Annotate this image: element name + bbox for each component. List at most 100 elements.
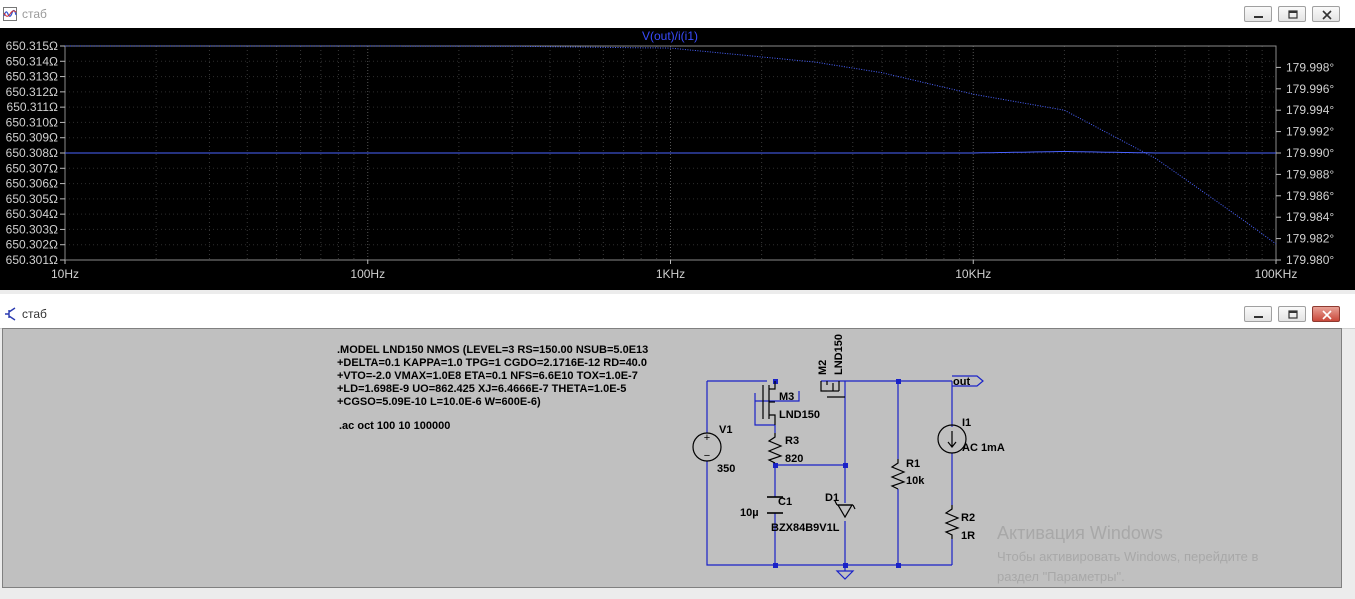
mosfet-m2[interactable] bbox=[820, 381, 845, 398]
r1-value[interactable]: 10k bbox=[906, 475, 925, 487]
schematic-window-titlebar[interactable]: стаб bbox=[0, 300, 1355, 329]
model-line-3[interactable]: +VTO=-2.0 VMAX=1.0E8 ETA=0.1 NFS=6.6E10 … bbox=[337, 370, 638, 382]
left-tick-label: 650.311Ω bbox=[7, 100, 58, 114]
right-tick-label: 179.990° bbox=[1286, 146, 1334, 160]
v1-name[interactable]: V1 bbox=[719, 424, 732, 436]
m2-name[interactable]: M2 bbox=[817, 360, 829, 375]
minimize-button[interactable] bbox=[1244, 6, 1272, 22]
x-tick-label: 100Hz bbox=[350, 267, 385, 281]
left-tick-label: 650.307Ω bbox=[6, 161, 58, 175]
close-icon bbox=[1322, 310, 1332, 320]
left-tick-label: 650.309Ω bbox=[6, 131, 58, 145]
plot-area[interactable]: 650.315Ω 650.314Ω 650.313Ω 650.312Ω 650.311Ω… bbox=[0, 28, 1355, 290]
x-tick-label: 100KHz bbox=[1255, 267, 1298, 281]
c1-name[interactable]: C1 bbox=[778, 496, 792, 508]
mosfet-m3[interactable] bbox=[762, 381, 776, 425]
right-tick-label: 179.982° bbox=[1286, 232, 1334, 246]
left-tick-label: 650.308Ω bbox=[6, 146, 58, 160]
right-tick-label: 179.994° bbox=[1286, 103, 1334, 117]
schematic-window: стаб .MODEL LND150 NMOS (LEVEL=3 RS=150.… bbox=[0, 300, 1355, 599]
d1-value[interactable]: BZX84B9V1L bbox=[771, 522, 840, 534]
left-tick-label: 650.304Ω bbox=[6, 207, 58, 221]
right-tick-label: 179.980° bbox=[1286, 253, 1334, 267]
plot-window-title: стаб bbox=[22, 7, 47, 21]
svg-text:+: + bbox=[704, 432, 710, 444]
model-line-2[interactable]: +DELTA=0.1 KAPPA=1.0 TPG=1 CGDO=2.1716E-… bbox=[337, 357, 647, 369]
left-axis-ticks: 650.315Ω650.314Ω 650.313Ω650.312Ω650.311Ω… bbox=[6, 39, 65, 267]
right-tick-label: 179.992° bbox=[1286, 125, 1334, 139]
close-button[interactable] bbox=[1312, 6, 1340, 22]
left-tick-label: 650.306Ω bbox=[6, 177, 58, 191]
m2-value[interactable]: LND150 bbox=[833, 334, 845, 375]
model-line-5[interactable]: +CGSO=5.09E-10 L=10.0E-6 W=600E-6) bbox=[337, 396, 541, 408]
junction-dot bbox=[773, 463, 778, 468]
model-line-1[interactable]: .MODEL LND150 NMOS (LEVEL=3 RS=150.00 NS… bbox=[337, 344, 648, 356]
voltage-source-v1[interactable]: + − bbox=[692, 432, 722, 462]
x-axis-ticks: 10Hz 100Hz 1KHz 10KHz 100KHz bbox=[51, 260, 1297, 281]
x-tick-label: 10KHz bbox=[955, 267, 991, 281]
d1-name[interactable]: D1 bbox=[825, 492, 839, 504]
minimize-icon bbox=[1254, 316, 1263, 318]
left-tick-label: 650.302Ω bbox=[6, 238, 58, 252]
junction-dot bbox=[773, 563, 778, 568]
c1-value[interactable]: 10µ bbox=[740, 507, 759, 519]
resistor-r2[interactable] bbox=[944, 505, 960, 539]
v1-value[interactable]: 350 bbox=[717, 463, 735, 475]
r3-name[interactable]: R3 bbox=[785, 435, 799, 447]
plot-window: стаб 650.315Ω 650.314Ω 650.313Ω 650.312Ω 650… bbox=[0, 0, 1355, 294]
windows-activation-watermark-line2: раздел "Параметры". bbox=[997, 569, 1125, 584]
junctions bbox=[773, 379, 901, 568]
wire bbox=[754, 393, 775, 426]
left-tick-label: 650.310Ω bbox=[6, 115, 58, 129]
restore-icon bbox=[1288, 310, 1298, 319]
i1-name[interactable]: I1 bbox=[962, 417, 971, 429]
junction-dot bbox=[896, 563, 901, 568]
net-label-out[interactable]: out bbox=[953, 376, 970, 388]
left-tick-label: 650.313Ω bbox=[6, 70, 58, 84]
minimize-icon bbox=[1254, 16, 1263, 18]
junction-dot bbox=[843, 563, 848, 568]
bode-plot[interactable]: 650.315Ω650.314Ω 650.313Ω650.312Ω650.311Ω… bbox=[0, 28, 1355, 290]
junction-dot bbox=[843, 463, 848, 468]
left-tick-label: 650.301Ω bbox=[6, 253, 58, 267]
right-tick-label: 179.998° bbox=[1286, 60, 1334, 74]
waveform-app-icon bbox=[3, 7, 17, 21]
restore-button[interactable] bbox=[1278, 306, 1306, 322]
m3-value[interactable]: LND150 bbox=[779, 409, 820, 421]
windows-activation-watermark-line1: Чтобы активировать Windows, перейдите в bbox=[997, 549, 1259, 564]
left-tick-label: 650.312Ω bbox=[6, 85, 58, 99]
resistor-r3[interactable] bbox=[767, 433, 783, 464]
windows-activation-watermark-title: Активация Windows bbox=[997, 523, 1163, 543]
schematic-window-title: стаб bbox=[22, 307, 47, 321]
right-axis-ticks: 179.998° 179.996° 179.994° 179.992° 179.990°… bbox=[1276, 60, 1334, 267]
r1-name[interactable]: R1 bbox=[906, 458, 920, 470]
minimize-button[interactable] bbox=[1244, 306, 1272, 322]
resistor-r1[interactable] bbox=[890, 459, 906, 490]
restore-button[interactable] bbox=[1278, 6, 1306, 22]
left-tick-label: 650.303Ω bbox=[6, 222, 58, 236]
right-tick-label: 179.984° bbox=[1286, 210, 1334, 224]
i1-value[interactable]: AC 1mA bbox=[962, 442, 1005, 454]
left-tick-label: 650.315Ω bbox=[6, 39, 58, 53]
left-tick-label: 650.314Ω bbox=[6, 54, 58, 68]
close-button[interactable] bbox=[1312, 306, 1340, 322]
x-tick-label: 10Hz bbox=[51, 267, 79, 281]
r2-name[interactable]: R2 bbox=[961, 512, 975, 524]
left-tick-label: 650.305Ω bbox=[6, 192, 58, 206]
x-tick-label: 1KHz bbox=[656, 267, 685, 281]
r2-value[interactable]: 1R bbox=[961, 530, 975, 542]
svg-text:−: − bbox=[704, 450, 710, 462]
ground-icon bbox=[835, 570, 855, 580]
ac-directive[interactable]: .ac oct 100 10 100000 bbox=[339, 420, 450, 432]
right-tick-label: 179.996° bbox=[1286, 82, 1334, 96]
schematic-canvas[interactable]: .MODEL LND150 NMOS (LEVEL=3 RS=150.00 NS… bbox=[2, 328, 1342, 588]
close-icon bbox=[1322, 10, 1332, 20]
m3-name[interactable]: M3 bbox=[779, 391, 794, 403]
trace-label[interactable]: V(out)/i(i1) bbox=[642, 29, 698, 43]
schematic-app-icon bbox=[5, 307, 16, 321]
model-line-4[interactable]: +LD=1.698E-9 UO=862.425 XJ=6.4666E-7 THE… bbox=[337, 383, 626, 395]
right-tick-label: 179.988° bbox=[1286, 167, 1334, 181]
plot-window-titlebar[interactable]: стаб bbox=[0, 0, 1355, 29]
junction-dot bbox=[896, 379, 901, 384]
r3-value[interactable]: 820 bbox=[785, 453, 803, 465]
